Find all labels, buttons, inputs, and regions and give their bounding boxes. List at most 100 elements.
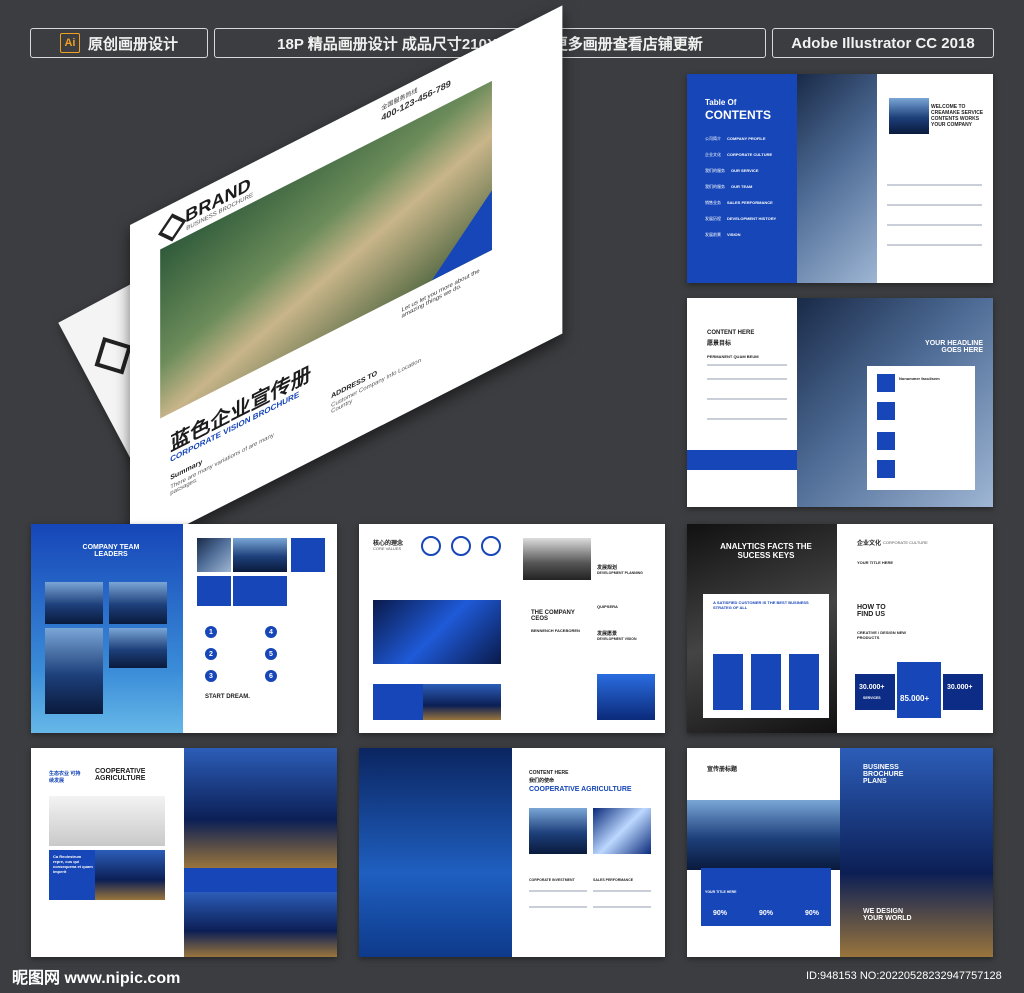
contents-line-1 (887, 184, 982, 186)
contents-line-4 (887, 244, 982, 246)
plans-design: WE DESIGN YOUR WORLD (863, 908, 912, 922)
contents-photo (797, 74, 877, 283)
contents-item: 企业文化 CORPORATE CULTURE (705, 152, 790, 158)
header-left-label: 原创画册设计 (87, 35, 178, 53)
contents-item-title: CORPORATE CULTURE (727, 152, 773, 157)
content-headline: YOUR HEADLINE GOES HERE (925, 340, 983, 354)
spread-agriculture-2: CONTENT HERE 我们的使命 COOPERATIVE AGRICULTU… (359, 748, 665, 957)
agri2-line-4 (593, 906, 651, 908)
core-tech-photo (597, 674, 655, 720)
agri2-title: COOPERATIVE AGRICULTURE (529, 786, 632, 793)
contents-item: 发展历程 DEVELOPMENT HISTORY (705, 216, 790, 222)
watermark: 昵图网 www.nipic.com (12, 970, 181, 987)
agri2-line-3 (529, 906, 587, 908)
analytics-culture: CORPORATE CULTURE (883, 540, 928, 545)
agri2-line-1 (529, 890, 587, 892)
plans-pct-1: 90% (713, 910, 728, 917)
cover-photo (160, 80, 492, 419)
agri1-people-photo (49, 796, 165, 846)
leader-number-circle: 6 (265, 670, 277, 682)
plans-pct-2: 90% (759, 910, 774, 917)
cover-mockup: B BRAND BUSINESS BROCHURE 全国服务热线 400-123… (58, 5, 640, 554)
leaders-photo-1 (45, 582, 103, 624)
leader-number-circle: 2 (205, 648, 217, 660)
analytics-stat-box-1 (855, 674, 895, 710)
core-company-ceos: THE COMPANY CEOS (531, 610, 575, 622)
analytics-col-1 (713, 654, 743, 710)
contents-item-title: DEVELOPMENT HISTORY (727, 216, 777, 221)
agri2-corporate-inv: CORPORATE INVESTMENT (529, 878, 575, 882)
contents-item-title: COMPANY PROFILE (727, 136, 766, 141)
spread-analytics: ANALYTICS FACTS THE SUCESS KEYS A SATISF… (687, 524, 993, 733)
leaders-right-photo-1 (197, 538, 231, 572)
content-icon-1 (877, 374, 895, 392)
content-here-cn: 愿景目标 (707, 341, 732, 347)
image-id: ID:948153 NO:20220528232947757128 (806, 970, 1002, 982)
contents-table-of: Table Of (705, 98, 737, 107)
analytics-culture-cn: 企业文化 (857, 541, 882, 547)
plans-cn: 宣传册标题 (707, 767, 738, 773)
contents-list: 公司简介 COMPANY PROFILE 企业文化 CORPORATE CULTURE… (705, 136, 790, 248)
illustrator-icon: Ai (59, 33, 80, 53)
contents-item-cn: 发展前景 (705, 232, 721, 237)
leader-number-circle: 5 (265, 648, 277, 660)
spread-content-here: CONTENT HERE 愿景目标 PERMANENT QUAM BEUM YO… (687, 298, 993, 507)
contents-item: 销售业务 SALES PERFORMANCE (705, 200, 790, 206)
agri2-line-2 (593, 890, 651, 892)
contents-item-title: VISION (727, 232, 741, 237)
contents-title: CONTENTS (705, 108, 771, 122)
core-circle-1 (421, 536, 441, 556)
analytics-services: SERVICES (863, 696, 881, 700)
core-cube-photo (373, 600, 501, 664)
contents-item-title: SALES PERFORMANCE (727, 200, 773, 205)
spread-core-values: 核心的理念 CORE VALUES 发展规划 DEVELOPMENT PLANN… (359, 524, 665, 733)
spread-plans: 宣传册标题 YOUR TITLE HERE 90% 90% 90% BUSINE… (687, 748, 993, 957)
contents-item-cn: 我们的服务 (705, 168, 725, 173)
analytics-stat-3: 30.000+ (947, 684, 973, 691)
content-line-2 (707, 378, 787, 380)
analytics-col-2 (751, 654, 781, 710)
spread-team-leaders: COMPANY TEAM LEADERS 1 2 3 4 5 6 START DREAM. (31, 524, 337, 733)
analytics-stat-box-2 (897, 662, 941, 718)
contents-welcome: WELCOME TO CREAMAKE SERVICE CONTENTS WOR… (931, 104, 984, 128)
contents-city-photo (889, 98, 929, 134)
analytics-your-title: YOUR TITLE HERE (857, 560, 894, 565)
plans-blue-panel (701, 868, 831, 926)
content-here-label: CONTENT HERE (707, 330, 755, 336)
content-line-3 (707, 398, 787, 400)
leader-number-circle: 3 (205, 670, 217, 682)
contents-item-cn: 我们的服务 (705, 184, 725, 189)
content-line-4 (707, 418, 787, 420)
core-quipsera: QUIPSERA (597, 604, 618, 609)
plans-your-title: YOUR TITLE HERE (705, 890, 737, 894)
content-permanent-1: PERMANENT QUAM BEUM (707, 354, 759, 359)
contents-item: 发展前景 VISION (705, 232, 790, 238)
analytics-col-3 (789, 654, 819, 710)
agri1-city-night (184, 892, 337, 957)
content-blue-bar (687, 450, 797, 470)
header-left-badge: Ai 原创画册设计 (30, 28, 208, 58)
core-blue-strip (373, 684, 423, 720)
agri1-blue-bar (184, 868, 337, 892)
content-icon-2 (877, 402, 895, 420)
agri2-content-here: CONTENT HERE (529, 770, 569, 776)
front-cover: BRAND BUSINESS BROCHURE 全国服务热线 400-123-4… (130, 5, 563, 554)
contents-item-title: OUR SERVICE (731, 168, 759, 173)
analytics-creative: CREATIVE / DESIGN NEW PRODUCTS (857, 630, 907, 640)
plans-title: BUSINESS BROCHURE PLANS (863, 764, 904, 785)
leaders-photo-3 (45, 628, 103, 714)
core-en: CORE VALUES (373, 546, 402, 551)
plans-pct-3: 90% (805, 910, 820, 917)
back-brand-icon (94, 337, 132, 375)
contents-item-cn: 公司简介 (705, 136, 721, 141)
agri1-cn: 生态农业 可持续发展 (49, 771, 81, 784)
core-car-photo (523, 538, 591, 580)
leader-number-circle: 1 (205, 626, 217, 638)
analytics-how-to: HOW TO FIND US (857, 604, 886, 618)
leaders-title: COMPANY TEAM LEADERS (82, 544, 140, 558)
leader-number-circle: 4 (265, 626, 277, 638)
leaders-right-photo-2 (233, 538, 287, 572)
leaders-numbers: 1 2 3 4 5 6 (205, 626, 325, 690)
content-line-1 (707, 364, 787, 366)
analytics-satisfied: A SATISFIED CUSTOMER IS THE BEST BUSINES… (713, 600, 809, 610)
